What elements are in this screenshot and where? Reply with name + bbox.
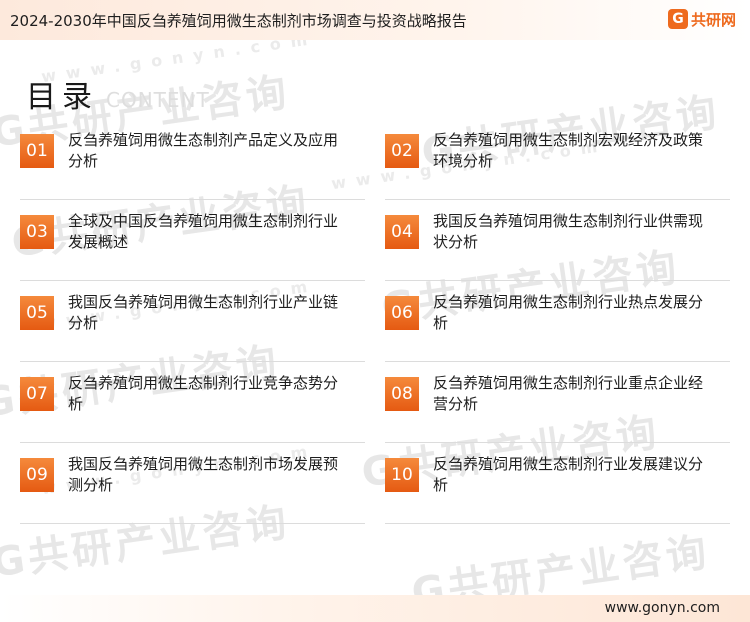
toc-item[interactable]: 09 我国反刍养殖饲用微生态制剂市场发展预测分析: [20, 454, 365, 524]
divider: [20, 523, 365, 524]
divider: [385, 361, 730, 362]
toc-number: 07: [20, 377, 54, 411]
watermark-brand: G共研产业咨询: [408, 529, 714, 595]
divider: [385, 442, 730, 443]
toc-item[interactable]: 02 反刍养殖饲用微生态制剂宏观经济及政策环境分析: [385, 130, 730, 200]
toc-number: 08: [385, 377, 419, 411]
toc-item[interactable]: 07 反刍养殖饲用微生态制剂行业竞争态势分析: [20, 373, 365, 443]
toc-number: 03: [20, 215, 54, 249]
divider: [385, 199, 730, 200]
logo-icon: G: [667, 9, 688, 29]
toc-number: 10: [385, 458, 419, 492]
header-bar: 2024-2030年中国反刍养殖饲用微生态制剂市场调查与投资战略报告 G 共研网: [0, 0, 750, 40]
toc-label: 我国反刍养殖饲用微生态制剂市场发展预测分析: [68, 455, 339, 494]
toc-label: 反刍养殖饲用微生态制剂宏观经济及政策环境分析: [433, 131, 704, 170]
brand-logo: G 共研网: [667, 8, 736, 30]
toc-number: 05: [20, 296, 54, 330]
toc-subtitle: CONTENT: [106, 88, 210, 112]
toc-label: 我国反刍养殖饲用微生态制剂行业供需现状分析: [433, 212, 704, 251]
toc-heading: 目录 CONTENT: [26, 72, 210, 116]
divider: [20, 280, 365, 281]
toc-item[interactable]: 10 反刍养殖饲用微生态制剂行业发展建议分析: [385, 454, 730, 524]
toc-number: 01: [20, 134, 54, 168]
divider: [385, 523, 730, 524]
logo-text: 共研网: [690, 10, 736, 29]
toc-number: 06: [385, 296, 419, 330]
toc-number: 09: [20, 458, 54, 492]
toc-item[interactable]: 06 反刍养殖饲用微生态制剂行业热点发展分析: [385, 292, 730, 362]
toc-label: 反刍养殖饲用微生态制剂行业重点企业经营分析: [433, 374, 704, 413]
toc-label: 反刍养殖饲用微生态制剂行业热点发展分析: [433, 293, 704, 332]
footer-url[interactable]: www.gonyn.com: [605, 600, 720, 616]
toc-title: 目录: [26, 80, 98, 115]
toc-item[interactable]: 05 我国反刍养殖饲用微生态制剂行业产业链分析: [20, 292, 365, 362]
toc-number: 04: [385, 215, 419, 249]
divider: [385, 280, 730, 281]
toc-item[interactable]: 08 反刍养殖饲用微生态制剂行业重点企业经营分析: [385, 373, 730, 443]
toc-item[interactable]: 01 反刍养殖饲用微生态制剂产品定义及应用分析: [20, 130, 365, 200]
toc-label: 全球及中国反刍养殖饲用微生态制剂行业发展概述: [68, 212, 339, 251]
toc-label: 我国反刍养殖饲用微生态制剂行业产业链分析: [68, 293, 339, 332]
document-title: 2024-2030年中国反刍养殖饲用微生态制剂市场调查与投资战略报告: [10, 12, 467, 30]
footer-bar: www.gonyn.com: [0, 595, 750, 622]
toc-number: 02: [385, 134, 419, 168]
toc-label: 反刍养殖饲用微生态制剂行业竞争态势分析: [68, 374, 339, 413]
toc-label: 反刍养殖饲用微生态制剂产品定义及应用分析: [68, 131, 339, 170]
toc-label: 反刍养殖饲用微生态制剂行业发展建议分析: [433, 455, 704, 494]
toc-item[interactable]: 03 全球及中国反刍养殖饲用微生态制剂行业发展概述: [20, 211, 365, 281]
divider: [20, 199, 365, 200]
divider: [20, 361, 365, 362]
toc-item[interactable]: 04 我国反刍养殖饲用微生态制剂行业供需现状分析: [385, 211, 730, 281]
divider: [20, 442, 365, 443]
